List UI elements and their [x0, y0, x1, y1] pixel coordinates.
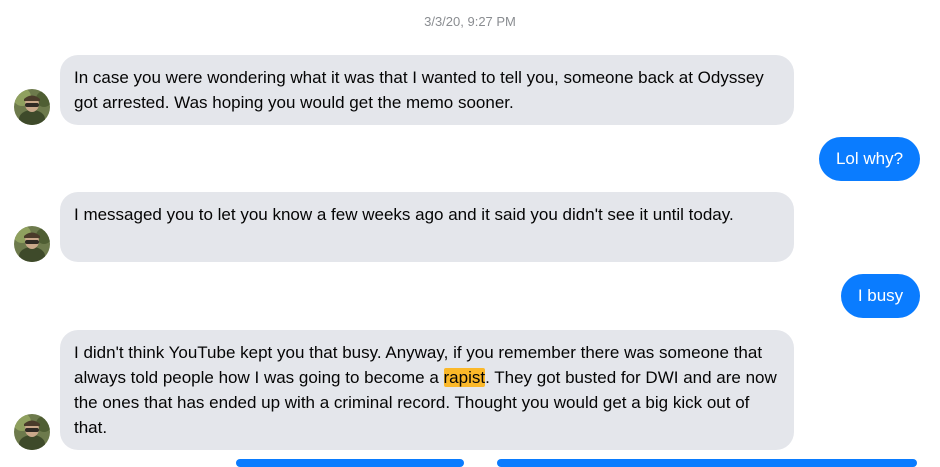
message-timestamp: 3/3/20, 9:27 PM [424, 14, 516, 29]
incoming-message-bubble[interactable]: I messaged you to let you know a few wee… [60, 192, 794, 262]
message-text: In case you were wondering what it was t… [74, 68, 764, 112]
incoming-message-bubble[interactable]: I didn't think YouTube kept you that bus… [60, 330, 794, 450]
outgoing-message-bubble-partial[interactable] [497, 459, 917, 467]
outgoing-message-bubble[interactable]: Lol why? [819, 137, 920, 181]
message-text: I busy [857, 286, 904, 305]
outgoing-message-bubble[interactable]: I busy [841, 274, 920, 318]
avatar-photo-icon [14, 414, 50, 450]
contact-avatar[interactable] [14, 226, 50, 262]
contact-avatar[interactable] [14, 89, 50, 125]
avatar-photo-icon [14, 226, 50, 262]
incoming-message-bubble[interactable]: In case you were wondering what it was t… [60, 55, 794, 125]
avatar-photo-icon [14, 89, 50, 125]
outgoing-message-bubble-partial[interactable] [236, 459, 464, 467]
contact-avatar[interactable] [14, 414, 50, 450]
message-text: I messaged you to let you know a few wee… [74, 205, 734, 224]
search-highlight: rapist [443, 368, 486, 387]
message-text: Lol why? [835, 149, 904, 168]
